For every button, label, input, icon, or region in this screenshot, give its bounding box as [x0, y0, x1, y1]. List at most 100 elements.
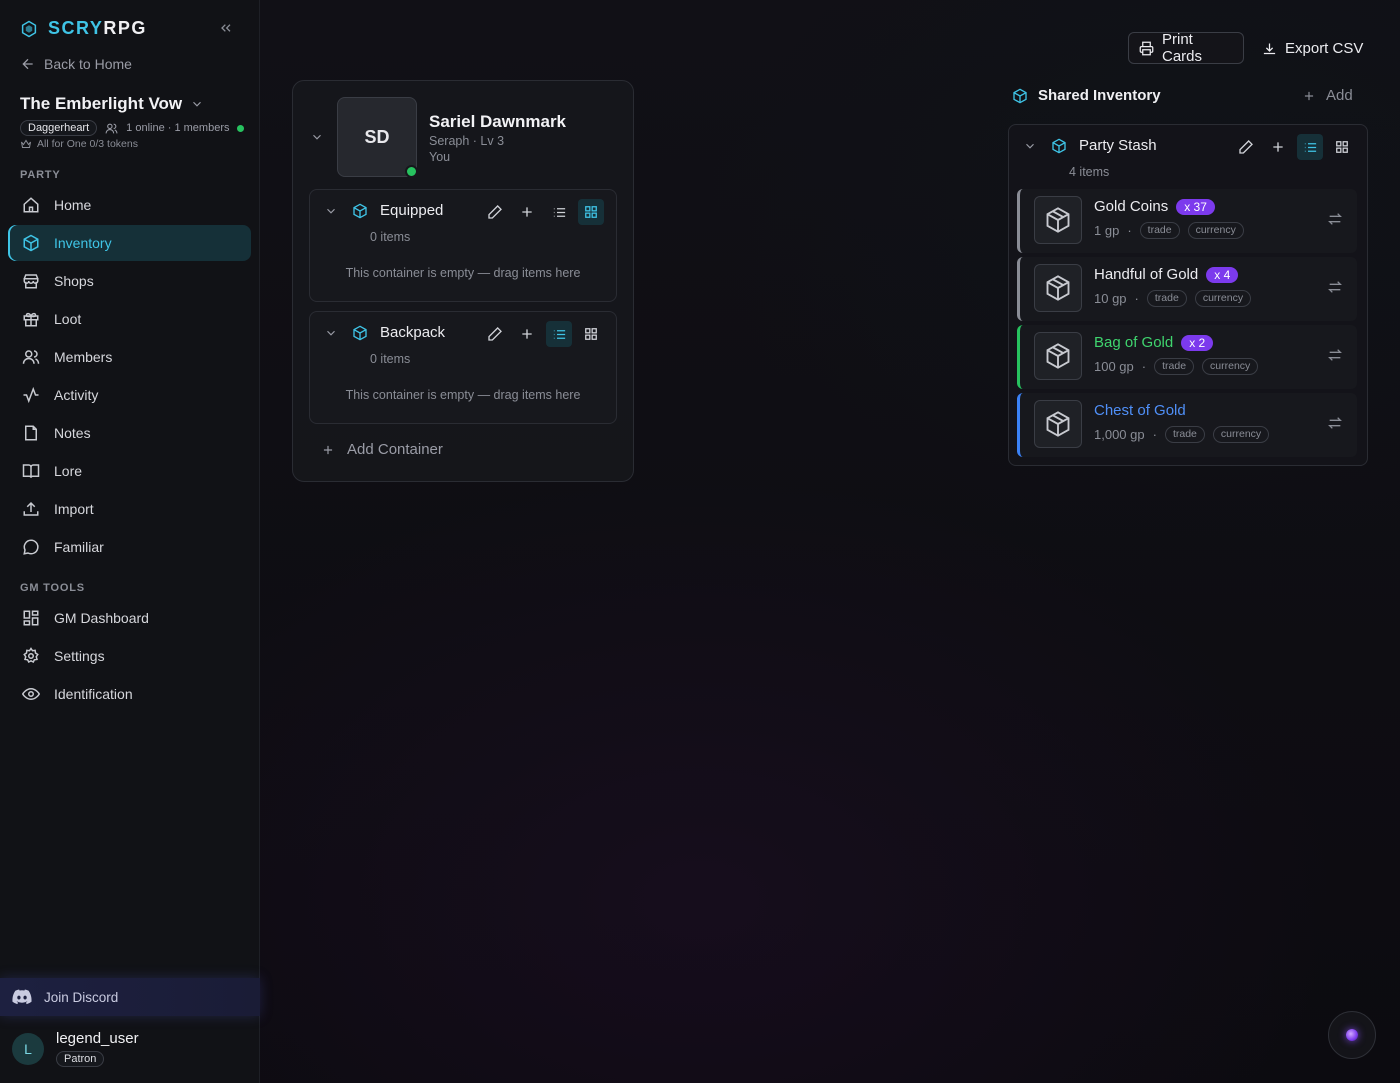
edit-container-button[interactable]	[482, 199, 508, 225]
nav-label: Lore	[54, 463, 83, 479]
character-portrait[interactable]: SD	[337, 97, 417, 177]
familiar-assistant-button[interactable]	[1328, 1011, 1376, 1059]
tokens-text: All for One 0/3 tokens	[37, 138, 138, 150]
gift-icon	[22, 310, 40, 328]
list-icon	[552, 205, 567, 220]
box-icon	[352, 203, 368, 219]
home-icon	[22, 196, 40, 214]
nav-item-inventory[interactable]: Inventory	[8, 225, 251, 261]
brand-logo[interactable]: SCRYRPG	[20, 18, 147, 39]
add-shared-container-button[interactable]: Add	[1302, 87, 1353, 104]
nav-item-import[interactable]: Import	[8, 491, 251, 527]
item-price: 10 gp	[1094, 291, 1127, 306]
list-icon	[552, 327, 567, 342]
item-quantity-badge: x 37	[1176, 198, 1215, 215]
chevron-down-icon[interactable]	[324, 326, 338, 340]
nav-item-lore[interactable]: Lore	[8, 453, 251, 489]
item-tag: currency	[1202, 358, 1259, 375]
grid-view-button[interactable]	[578, 199, 604, 225]
nav-item-shops[interactable]: Shops	[8, 263, 251, 299]
separator-dot: ·	[1127, 223, 1132, 238]
container-backpack: Backpack 0 items This container is empty…	[309, 311, 617, 424]
chevron-down-icon	[310, 130, 324, 144]
item-name: Bag of Gold	[1094, 334, 1174, 351]
list-view-button[interactable]	[1297, 134, 1323, 160]
activity-icon	[22, 386, 40, 404]
nav-item-activity[interactable]: Activity	[8, 377, 251, 413]
nav-item-familiar[interactable]: Familiar	[8, 529, 251, 565]
item-name: Chest of Gold	[1094, 402, 1186, 419]
pencil-icon	[487, 204, 503, 220]
add-item-button[interactable]	[514, 321, 540, 347]
nav-item-loot[interactable]: Loot	[8, 301, 251, 337]
stash-title: Party Stash	[1079, 137, 1157, 154]
brand-name: SCRYRPG	[48, 18, 147, 38]
export-csv-button[interactable]: Export CSV	[1252, 32, 1373, 64]
presence-text: 1 online · 1 members	[126, 122, 230, 134]
inventory-item[interactable]: Gold Coins x 37 1 gp · trade currency	[1017, 189, 1357, 253]
item-tag: trade	[1164, 426, 1205, 443]
shared-inventory-header: Shared Inventory	[1012, 87, 1161, 104]
back-to-home-link[interactable]: Back to Home	[20, 56, 132, 72]
item-box-icon	[1034, 196, 1082, 244]
transfer-item-button[interactable]	[1327, 211, 1343, 227]
grid-view-button[interactable]	[578, 321, 604, 347]
campaign-switcher[interactable]: The Emberlight Vow	[20, 94, 204, 114]
add-container-button[interactable]: Add Container	[321, 441, 443, 458]
list-view-button[interactable]	[546, 321, 572, 347]
collapse-character-button[interactable]	[310, 130, 324, 144]
list-view-button[interactable]	[546, 199, 572, 225]
transfer-item-button[interactable]	[1327, 415, 1343, 431]
nav-item-notes[interactable]: Notes	[8, 415, 251, 451]
join-discord-button[interactable]: Join Discord	[0, 978, 260, 1016]
nav-item-identification[interactable]: Identification	[8, 676, 251, 712]
nav-label: Loot	[54, 311, 82, 327]
character-class-level: Seraph · Lv 3	[429, 134, 505, 148]
campaign-name: The Emberlight Vow	[20, 94, 183, 113]
stash-item-count: 4 items	[1069, 165, 1110, 179]
grid-view-button[interactable]	[1329, 134, 1355, 160]
user-profile[interactable]: L legend_user Patron	[12, 1028, 139, 1067]
inventory-item[interactable]: Chest of Gold 1,000 gp · trade currency	[1017, 393, 1357, 457]
empty-dropzone[interactable]: This container is empty — drag items her…	[310, 388, 616, 402]
print-cards-button[interactable]: Print Cards	[1128, 31, 1244, 65]
nav-item-settings[interactable]: Settings	[8, 638, 251, 674]
separator-dot: ·	[1141, 359, 1147, 374]
transfer-item-button[interactable]	[1327, 347, 1343, 363]
inventory-item[interactable]: Handful of Gold x 4 10 gp · trade curren…	[1017, 257, 1357, 321]
back-label: Back to Home	[44, 56, 132, 72]
chevron-down-icon[interactable]	[324, 204, 338, 218]
nav-item-gm-dashboard[interactable]: GM Dashboard	[8, 600, 251, 636]
box-icon	[22, 234, 40, 252]
chevron-down-icon[interactable]	[1023, 139, 1037, 153]
item-tag: trade	[1154, 358, 1195, 375]
arrow-left-icon	[20, 56, 36, 72]
list-icon	[1303, 140, 1318, 155]
nav-label: Members	[54, 349, 113, 365]
inventory-item[interactable]: Bag of Gold x 2 100 gp · trade currency	[1017, 325, 1357, 389]
add-item-button[interactable]	[514, 199, 540, 225]
edit-container-button[interactable]	[482, 321, 508, 347]
nav-label: Shops	[54, 273, 94, 289]
empty-dropzone[interactable]: This container is empty — drag items her…	[310, 266, 616, 280]
chat-bubble-icon	[22, 538, 40, 556]
download-icon	[1262, 41, 1277, 56]
add-item-button[interactable]	[1265, 134, 1291, 160]
system-badge: Daggerheart	[20, 120, 98, 136]
edit-stash-button[interactable]	[1233, 134, 1259, 160]
discord-label: Join Discord	[44, 989, 119, 1005]
nav-label: Identification	[54, 686, 133, 702]
transfer-item-button[interactable]	[1327, 279, 1343, 295]
nav-item-home[interactable]: Home	[8, 187, 251, 223]
swap-arrows-icon	[1327, 415, 1343, 431]
upload-icon	[22, 500, 40, 518]
avatar: L	[12, 1033, 44, 1065]
character-card: SD Sariel Dawnmark Seraph · Lv 3 You Equ…	[292, 80, 634, 482]
nav-label: GM Dashboard	[54, 610, 149, 626]
container-item-count: 0 items	[370, 230, 411, 244]
dashboard-icon	[22, 609, 40, 627]
item-box-icon	[1034, 332, 1082, 380]
nav-item-members[interactable]: Members	[8, 339, 251, 375]
book-icon	[22, 462, 40, 480]
collapse-sidebar-button[interactable]	[218, 20, 234, 36]
